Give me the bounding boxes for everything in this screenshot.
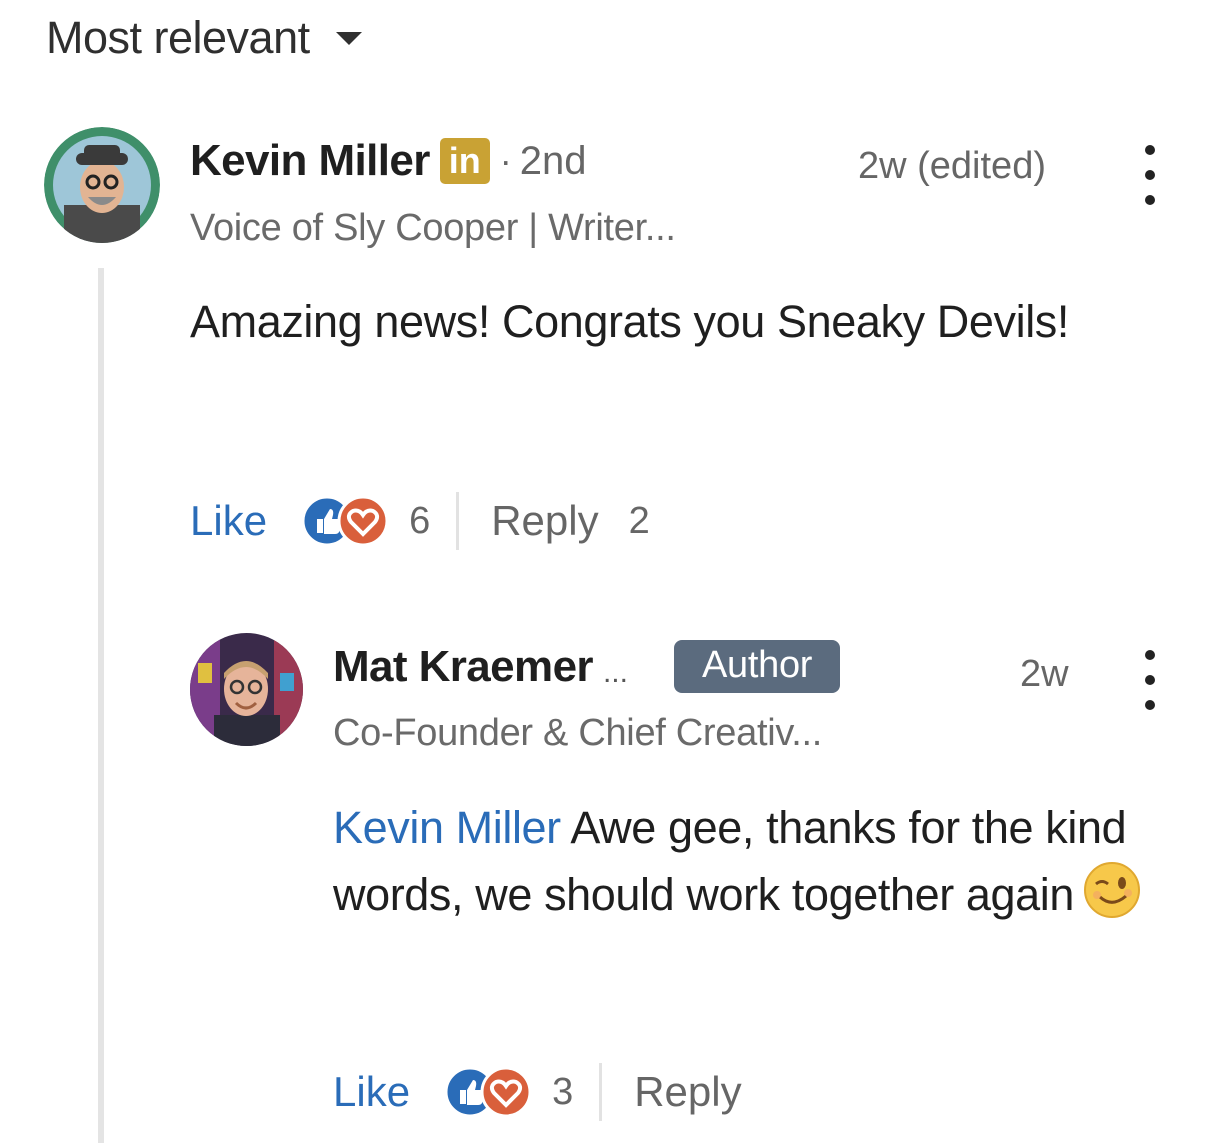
reply-button[interactable]: Reply [491, 497, 598, 545]
separator-dot: · [499, 140, 512, 181]
reply-count[interactable]: 2 [629, 500, 650, 543]
divider [456, 492, 460, 550]
reaction-count: 3 [552, 1070, 574, 1113]
comments-page: Most relevant Kevin Miller in · 2nd Voic… [0, 0, 1209, 1143]
comment-timestamp: 2w [1020, 653, 1069, 695]
author-headline: Voice of Sly Cooper | Writer... [190, 207, 676, 249]
more-options-icon[interactable] [1138, 145, 1162, 205]
sort-dropdown[interactable]: Most relevant [46, 12, 362, 64]
divider [599, 1063, 603, 1121]
author-badge: Author [673, 640, 841, 693]
reaction-icons [444, 1066, 532, 1118]
thread-line [98, 268, 104, 1143]
avatar[interactable] [190, 633, 303, 746]
comment-actions: Like 6 Reply 2 [190, 492, 650, 550]
reactions-summary[interactable]: 6 [299, 493, 430, 549]
comment-header: Kevin Miller in · 2nd [190, 136, 587, 186]
author-headline: Co-Founder & Chief Creativ... [333, 712, 823, 754]
author-name[interactable]: Mat Kraemer [333, 642, 594, 692]
comment-timestamp: 2w (edited) [858, 145, 1046, 187]
comment-header: Mat Kraemer ... Author [333, 640, 841, 693]
caret-down-icon [335, 31, 362, 45]
name-truncation: ... [602, 655, 628, 689]
reply-button[interactable]: Reply [634, 1068, 741, 1116]
like-button[interactable]: Like [190, 497, 267, 545]
comment-actions: Like 3 Reply [333, 1063, 742, 1121]
reaction-icons [301, 495, 389, 547]
author-name[interactable]: Kevin Miller [190, 136, 430, 186]
comment-text: Amazing news! Congrats you Sneaky Devils… [190, 296, 1070, 347]
sort-label: Most relevant [46, 12, 310, 63]
reactions-summary[interactable]: 3 [442, 1064, 573, 1120]
comment-text: Kevin Miller Awe gee, thanks for the kin… [333, 796, 1193, 937]
like-button[interactable]: Like [333, 1068, 410, 1116]
more-options-icon[interactable] [1138, 650, 1162, 710]
reaction-count: 6 [409, 499, 431, 542]
winking-face-icon [1082, 860, 1142, 937]
mention-link[interactable]: Kevin Miller [333, 802, 561, 853]
linkedin-badge-icon: in [439, 138, 490, 184]
connection-degree: 2nd [519, 138, 587, 183]
avatar[interactable] [44, 127, 160, 243]
